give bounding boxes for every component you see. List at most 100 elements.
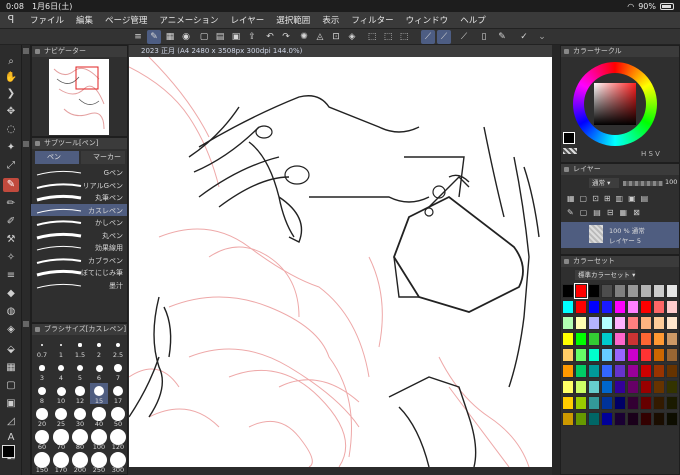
pencil-icon[interactable]: ✏ <box>3 197 19 211</box>
tab-pen[interactable]: ペン <box>35 151 79 164</box>
hand-icon[interactable]: ✋ <box>3 71 19 85</box>
app-logo-icon[interactable]: ꟼ <box>4 14 18 26</box>
decoration-icon[interactable]: ✧ <box>3 251 19 265</box>
brush-item[interactable]: カブラペン <box>31 254 127 266</box>
color-swatch[interactable] <box>614 364 626 378</box>
color-swatch[interactable] <box>614 332 626 346</box>
color-swatch[interactable] <box>627 284 639 298</box>
color-swatch[interactable] <box>627 348 639 362</box>
canvas-tab[interactable]: 2023 正月 (A4 2480 x 3508px 300dpi 144.0%) <box>129 45 552 57</box>
color-swatch[interactable] <box>588 412 600 426</box>
color-swatch[interactable] <box>640 412 652 426</box>
color-swatch[interactable] <box>562 300 574 314</box>
text-icon[interactable]: A <box>3 431 19 445</box>
brush-size-option[interactable]: 150 <box>33 452 51 474</box>
brush-item[interactable]: 丸ペン <box>31 229 127 241</box>
color-swatch[interactable] <box>562 396 574 410</box>
color-swatch[interactable] <box>653 284 665 298</box>
color-swatch[interactable] <box>627 412 639 426</box>
color-swatch[interactable] <box>640 332 652 346</box>
color-swatch[interactable] <box>575 364 587 378</box>
fill-tool-icon[interactable]: ◈ <box>3 323 19 337</box>
menu-view[interactable]: 表示 <box>316 14 345 26</box>
menu-page[interactable]: ページ管理 <box>99 14 153 26</box>
menu-selection[interactable]: 選択範囲 <box>270 14 316 26</box>
color-swatch[interactable] <box>601 332 613 346</box>
color-swatch[interactable] <box>601 396 613 410</box>
brush-size-option[interactable]: 2 <box>90 337 108 359</box>
menu-filter[interactable]: フィルター <box>345 14 399 26</box>
hatching-icon[interactable]: ≡ <box>3 269 19 283</box>
brush-size-option[interactable]: 120 <box>109 429 127 451</box>
color-swatch[interactable] <box>653 316 665 330</box>
color-swatch[interactable] <box>640 364 652 378</box>
menu-layer[interactable]: レイヤー <box>225 14 271 26</box>
lasso-icon[interactable]: ◌ <box>3 123 19 137</box>
color-swatch[interactable] <box>614 284 626 298</box>
color-swatch[interactable] <box>562 316 574 330</box>
transparent-color-swatch[interactable] <box>563 148 577 154</box>
eraser-icon[interactable]: ◆ <box>3 287 19 301</box>
layer-icon[interactable]: ▦ <box>163 30 177 44</box>
color-swatch[interactable] <box>666 300 678 314</box>
color-swatch[interactable] <box>627 364 639 378</box>
ruler-icon[interactable]: ⟋ <box>457 30 471 44</box>
brush-size-option[interactable]: 1.5 <box>71 337 89 359</box>
color-swatch[interactable] <box>666 364 678 378</box>
opacity-slider[interactable] <box>623 181 663 186</box>
navigator-preview[interactable] <box>49 59 109 135</box>
color-swatch[interactable] <box>575 348 587 362</box>
brush-size-option[interactable]: 10 <box>52 383 70 405</box>
smartphone-icon[interactable]: ▯ <box>477 30 491 44</box>
brush-item[interactable]: Gペン <box>31 166 127 178</box>
check-icon[interactable]: ✓ <box>517 30 531 44</box>
color-swatch[interactable] <box>588 284 600 298</box>
brush-size-option[interactable]: 15 <box>90 383 108 405</box>
color-swatch[interactable] <box>575 412 587 426</box>
color-swatch[interactable] <box>601 284 613 298</box>
color-swatch[interactable] <box>627 316 639 330</box>
paint-bucket-icon[interactable]: ◈ <box>345 30 359 44</box>
brush-size-option[interactable]: 20 <box>33 406 51 428</box>
color-swatch[interactable] <box>614 396 626 410</box>
color-mode-icons[interactable]: H S V <box>641 150 660 158</box>
pen-icon[interactable]: ✎ <box>147 30 161 44</box>
brush-size-option[interactable]: 17 <box>109 383 127 405</box>
color-swatch[interactable] <box>627 396 639 410</box>
expand-panel-icon[interactable]: ❯ <box>3 87 19 101</box>
transform-icon[interactable]: ⊡ <box>329 30 343 44</box>
frame-icon[interactable]: ▣ <box>3 397 19 411</box>
blend-icon[interactable]: ◍ <box>3 305 19 319</box>
brush-item[interactable]: かしペン <box>31 216 127 228</box>
brush-size-option[interactable]: 30 <box>71 406 89 428</box>
brush-size-option[interactable]: 8 <box>33 383 51 405</box>
figure-icon[interactable]: ▢ <box>3 379 19 393</box>
snap-icon[interactable]: ⟋ <box>437 30 451 44</box>
color-swatch[interactable] <box>653 348 665 362</box>
layer-actions[interactable]: ✎▢▤⊟▦⊠ <box>567 208 677 218</box>
color-swatch[interactable] <box>562 364 574 378</box>
menu-window[interactable]: ウィンドウ <box>400 14 455 26</box>
layer-row[interactable]: 100 % 通常 レイヤー 5 <box>561 222 679 248</box>
brush-size-option[interactable]: 50 <box>109 406 127 428</box>
color-swatch[interactable] <box>627 380 639 394</box>
menu-file[interactable]: ファイル <box>24 14 70 26</box>
main-color-chip[interactable] <box>2 445 15 458</box>
select-all-icon[interactable]: ⬚ <box>365 30 379 44</box>
dock-icon[interactable] <box>23 48 29 54</box>
color-swatch[interactable] <box>574 283 588 299</box>
color-swatch[interactable] <box>562 348 574 362</box>
brush-size-option[interactable]: 80 <box>71 429 89 451</box>
fill-icon[interactable]: ◬ <box>313 30 327 44</box>
color-swatch[interactable] <box>640 316 652 330</box>
brush-size-option[interactable]: 200 <box>71 452 89 474</box>
brush-size-option[interactable]: 3 <box>33 360 51 382</box>
color-swatch[interactable] <box>653 300 665 314</box>
redo-icon[interactable]: ↷ <box>279 30 293 44</box>
color-swatch[interactable] <box>653 380 665 394</box>
color-swatch[interactable] <box>666 332 678 346</box>
color-swatch[interactable] <box>562 412 574 426</box>
brush-size-option[interactable]: 170 <box>52 452 70 474</box>
color-swatch[interactable] <box>575 316 587 330</box>
drawing-canvas[interactable] <box>129 57 552 467</box>
